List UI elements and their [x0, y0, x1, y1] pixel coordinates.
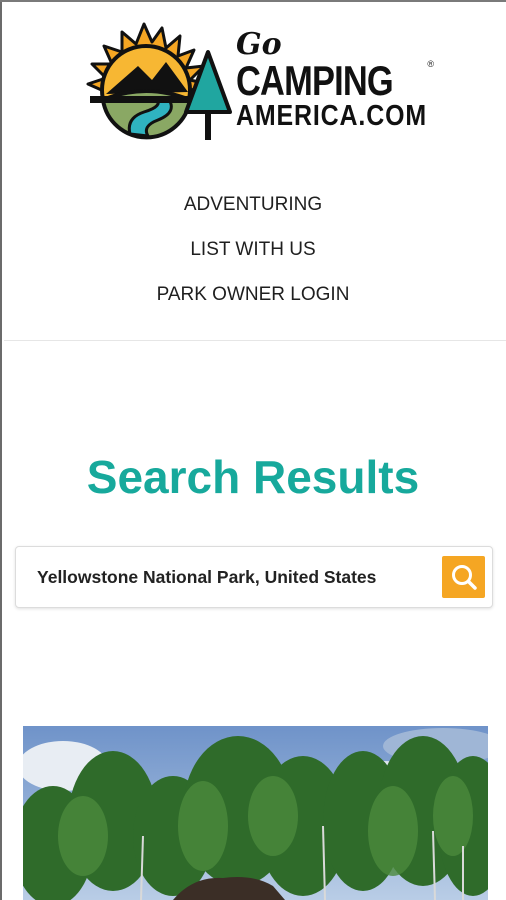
page-title: Search Results	[86, 451, 420, 503]
nav-item-adventuring[interactable]: ADVENTURING	[0, 190, 506, 235]
main-nav: ADVENTURING LIST WITH US PARK OWNER LOGI…	[0, 190, 506, 325]
window-border-top	[0, 0, 506, 2]
site-logo[interactable]: Go CAMPING ® AMERICA.COM	[86, 22, 434, 162]
search-icon	[451, 565, 477, 590]
logo-wordmark: Go CAMPING ® AMERICA.COM	[236, 30, 458, 131]
logo-domain-text: AMERICA.COM	[236, 100, 427, 132]
nav-item-park-owner-login[interactable]: PARK OWNER LOGIN	[0, 280, 506, 325]
logo-go-text: Go	[236, 27, 282, 62]
search-button[interactable]	[442, 556, 485, 598]
search-input[interactable]: Yellowstone National Park, United States	[37, 567, 376, 588]
nav-item-list-with-us[interactable]: LIST WITH US	[0, 235, 506, 280]
result-photo[interactable]	[23, 726, 488, 900]
logo-registered-mark: ®	[427, 59, 434, 69]
header-divider	[4, 340, 506, 341]
campground-photo	[23, 726, 488, 900]
logo-emblem-icon	[86, 22, 232, 140]
search-bar: Yellowstone National Park, United States	[15, 546, 493, 608]
logo-camping-text: CAMPING	[236, 57, 394, 104]
